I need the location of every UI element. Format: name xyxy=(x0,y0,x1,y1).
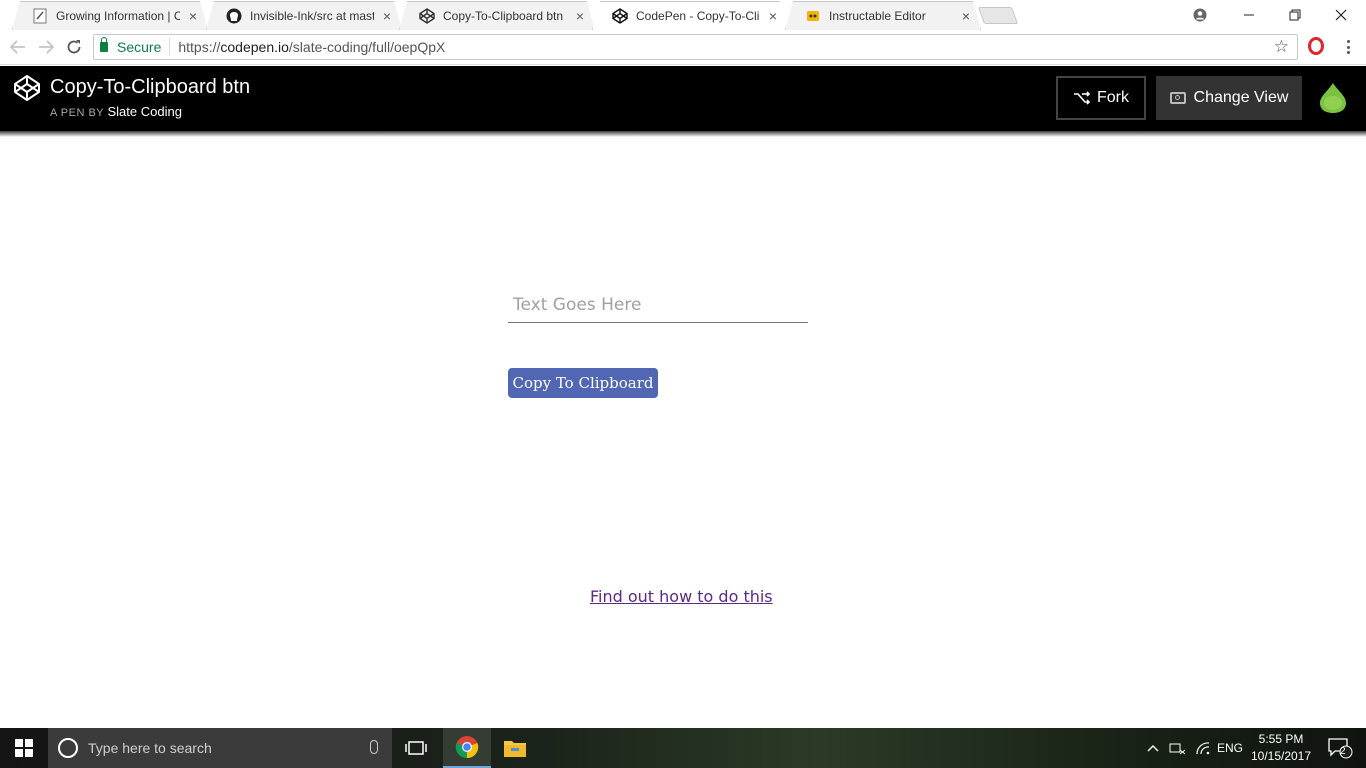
action-center-icon[interactable]: 2 xyxy=(1320,728,1360,768)
text-input[interactable] xyxy=(508,283,808,323)
fork-label: Fork xyxy=(1097,89,1129,106)
tab-title: CodePen - Copy-To-Clipb xyxy=(636,8,760,23)
url-path: /slate-coding/full/oepQpX xyxy=(288,39,446,55)
new-tab-button[interactable] xyxy=(977,7,1019,24)
lock-icon xyxy=(100,37,108,52)
codepen-logo-icon[interactable] xyxy=(13,74,41,102)
instructables-robot-icon xyxy=(805,8,821,24)
tab-title: Growing Information | Cr xyxy=(56,8,180,23)
browser-tab-active[interactable]: CodePen - Copy-To-Clipb × xyxy=(592,1,788,30)
chrome-taskbar-icon[interactable] xyxy=(443,728,491,768)
pen-title: Copy-To-Clipboard btn xyxy=(50,76,251,98)
task-view-icon[interactable] xyxy=(392,728,440,768)
notification-count: 2 xyxy=(1340,746,1346,757)
microphone-icon[interactable] xyxy=(370,740,378,754)
wifi-icon[interactable] xyxy=(1192,728,1214,768)
browser-toolbar: Secure https://codepen.io/slate-coding/f… xyxy=(0,30,1366,65)
clock-time: 5:55 PM xyxy=(1258,732,1304,746)
browser-tab[interactable]: Invisible-Ink/src at maste × xyxy=(206,1,402,30)
language-indicator[interactable]: ENG xyxy=(1216,728,1244,768)
close-tab-icon[interactable]: × xyxy=(573,9,587,23)
forward-arrow-icon[interactable] xyxy=(36,37,56,57)
fork-button[interactable]: Fork xyxy=(1056,76,1146,120)
doc-feather-icon xyxy=(32,8,48,24)
tab-title: Instructable Editor xyxy=(829,8,926,23)
address-bar[interactable]: Secure https://codepen.io/slate-coding/f… xyxy=(93,34,1298,60)
close-tab-icon[interactable]: × xyxy=(380,9,394,23)
restore-icon[interactable] xyxy=(1272,0,1318,30)
taskbar-search-box[interactable]: Type here to search xyxy=(48,728,392,768)
bookmark-star-icon[interactable]: ☆ xyxy=(1274,37,1289,57)
github-icon xyxy=(226,8,242,24)
minimize-icon[interactable] xyxy=(1226,0,1272,30)
close-tab-icon[interactable]: × xyxy=(959,9,973,23)
url-scheme: https:// xyxy=(178,39,221,55)
browser-tab[interactable]: Instructable Editor × xyxy=(785,1,981,30)
secure-label: Secure xyxy=(117,39,162,55)
taskbar-clock[interactable]: 5:55 PM 10/15/2017 xyxy=(1246,731,1316,765)
fork-icon xyxy=(1074,91,1091,105)
browser-tab-strip: Growing Information | Cr × Invisible-Ink… xyxy=(0,0,1366,30)
browser-menu-icon[interactable] xyxy=(1340,38,1356,56)
user-avatar[interactable] xyxy=(1318,82,1348,114)
view-icon xyxy=(1169,92,1186,104)
reload-icon[interactable] xyxy=(64,37,84,57)
search-placeholder: Type here to search xyxy=(88,740,212,756)
windows-start-icon[interactable] xyxy=(0,728,48,768)
url-host: codepen.io xyxy=(220,39,289,55)
windows-taskbar: Type here to search ENG 5:55 PM 10/15/20… xyxy=(0,728,1366,768)
file-explorer-icon[interactable] xyxy=(491,728,539,768)
browser-tab[interactable]: Growing Information | Cr × xyxy=(12,1,208,30)
browser-tab[interactable]: Copy-To-Clipboard btn × xyxy=(399,1,595,30)
pen-byline: A PEN BY Slate Coding xyxy=(50,104,182,119)
secure-indicator[interactable]: Secure xyxy=(94,37,171,56)
author-link[interactable]: Slate Coding xyxy=(108,104,182,119)
url-text[interactable]: https://codepen.io/slate-coding/full/oep… xyxy=(170,39,445,55)
close-window-icon[interactable] xyxy=(1318,0,1364,30)
tab-title: Invisible-Ink/src at maste xyxy=(250,8,374,23)
tab-title: Copy-To-Clipboard btn xyxy=(443,8,564,23)
close-tab-icon[interactable]: × xyxy=(766,9,780,23)
back-arrow-icon[interactable] xyxy=(8,37,28,57)
codepen-header: Copy-To-Clipboard btn A PEN BY Slate Cod… xyxy=(0,66,1366,131)
cortana-icon xyxy=(58,738,78,758)
change-view-button[interactable]: Change View xyxy=(1156,76,1302,120)
codepen-icon xyxy=(612,7,628,24)
header-shadow xyxy=(0,131,1366,137)
codepen-icon xyxy=(419,7,435,24)
find-out-how-link[interactable]: Find out how to do this xyxy=(590,587,773,606)
change-view-label: Change View xyxy=(1193,89,1289,106)
copy-to-clipboard-button[interactable]: Copy To Clipboard xyxy=(508,368,658,398)
close-tab-icon[interactable]: × xyxy=(186,9,200,23)
network-disconnected-icon[interactable] xyxy=(1166,728,1188,768)
byline-prefix: A PEN BY xyxy=(50,107,104,119)
clock-date: 10/15/2017 xyxy=(1250,749,1312,763)
profile-icon[interactable] xyxy=(1188,4,1212,26)
tray-expand-icon[interactable] xyxy=(1144,728,1162,768)
opera-extension-icon[interactable] xyxy=(1308,37,1324,55)
